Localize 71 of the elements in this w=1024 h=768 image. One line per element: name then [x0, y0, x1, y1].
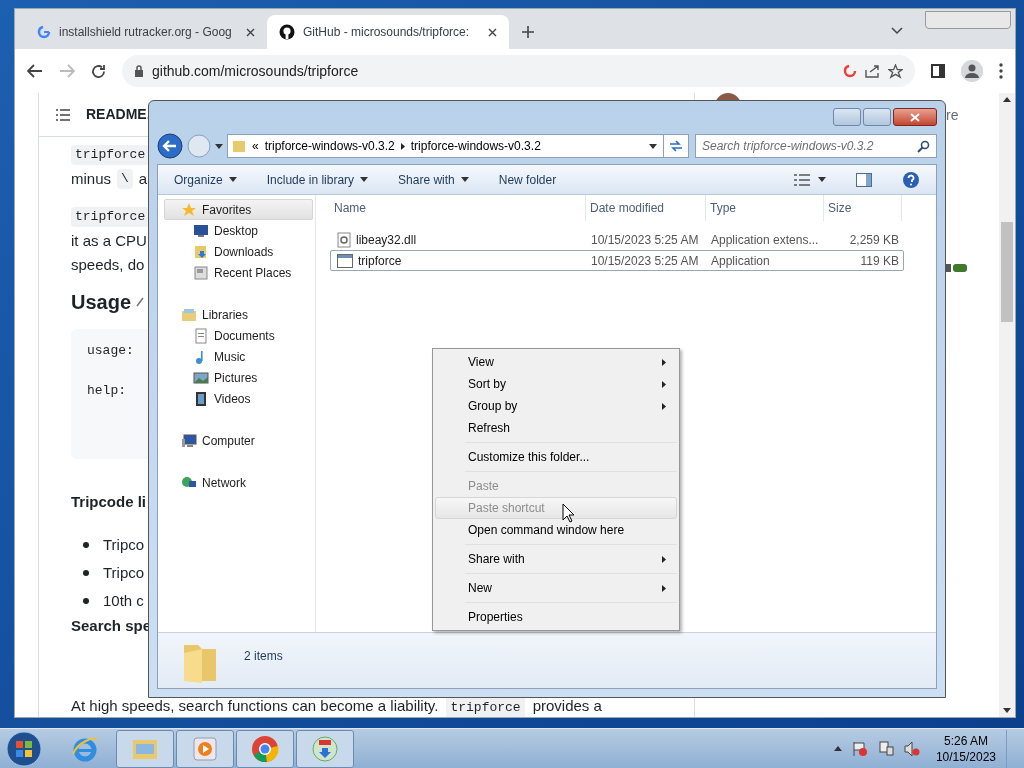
nav-item[interactable]: Recent Places: [164, 262, 313, 283]
toolbar-button[interactable]: Share with: [398, 170, 469, 189]
nav-item[interactable]: Pictures: [164, 367, 313, 388]
file-name: tripforce: [358, 252, 402, 270]
paragraph-text: At high speeds, search functions can become a liability.: [71, 695, 439, 716]
list-item-text: Tripco: [103, 534, 145, 555]
nav-item[interactable]: Music: [164, 346, 313, 367]
table-cell-text: 10/15/2023 5:25 AM: [590, 252, 700, 270]
code-text: help:: [87, 383, 126, 398]
nav-item[interactable]: Downloads: [164, 241, 313, 262]
toolbar-button[interactable]: New folder: [498, 170, 557, 189]
file-name: libeay32.dll: [356, 231, 417, 249]
menu-item[interactable]: Open command window here: [435, 519, 677, 541]
menu-item[interactable]: New: [435, 577, 677, 599]
overflow-chevron[interactable]: «: [252, 137, 259, 155]
table-cell-text: Application: [710, 252, 771, 270]
address-bar[interactable]: « tripforce-windows-v0.3.2 tripforce-windows-v0.3.2: [227, 134, 689, 158]
clock-time[interactable]: 5:26 AM: [943, 732, 988, 749]
table-cell-text: Application extens...: [710, 231, 820, 249]
code-text: usage:: [87, 343, 134, 358]
column-header[interactable]: Size: [824, 195, 902, 221]
menu-item[interactable]: View: [435, 351, 677, 373]
nav-item[interactable]: Network: [164, 472, 313, 493]
table-cell-text: 119 KB: [859, 252, 900, 270]
menu-item[interactable]: Sort by: [435, 373, 677, 395]
section-heading: Usage: [71, 290, 132, 315]
column-header[interactable]: Type: [706, 195, 824, 221]
nav-item[interactable]: Videos: [164, 388, 313, 409]
subheading: Tripcode li: [71, 492, 146, 512]
menu-item[interactable]: Properties: [435, 606, 677, 628]
table-cell-text: 10/15/2023 5:25 AM: [590, 231, 700, 249]
nav-item[interactable]: Favorites: [164, 199, 313, 220]
toolbar-button[interactable]: Organize: [174, 170, 237, 189]
browser-tab[interactable]: GitHub - microsounds/tripforce:: [267, 15, 509, 49]
sidebar-text: re: [946, 106, 959, 125]
paragraph-text: speeds, do: [71, 255, 145, 275]
browser-tab[interactable]: installshield rutracker.org - Goog: [25, 15, 267, 49]
url-text: github.com/microsounds/tripforce: [152, 61, 360, 81]
inline-code: tripforce: [71, 145, 150, 165]
table-cell-text: 2,259 KB: [848, 231, 900, 249]
readme-title: README.: [86, 105, 151, 124]
paragraph-text: provides a: [532, 695, 602, 716]
tab-title: installshield rutracker.org - Goog: [59, 24, 233, 41]
paragraph-text: minus: [71, 168, 111, 189]
paragraph-text: a: [138, 168, 148, 189]
list-item-text: Tripco: [103, 562, 145, 583]
column-header[interactable]: Name: [330, 195, 586, 221]
nav-item[interactable]: Documents: [164, 325, 313, 346]
file-row[interactable]: tripforce 10/15/2023 5:25 AM Application 119 KB: [330, 250, 904, 271]
menu-item[interactable]: Refresh: [435, 417, 677, 439]
inline-code: tripforce: [71, 207, 150, 227]
nav-item[interactable]: Computer: [164, 430, 313, 451]
inline-code: \: [117, 169, 133, 189]
file-row[interactable]: libeay32.dll 10/15/2023 5:25 AM Application extens... 2,259 KB: [330, 229, 904, 250]
inline-code: tripforce: [446, 697, 525, 717]
search-field[interactable]: Search tripforce-windows-v0.3.2: [695, 134, 937, 158]
nav-item[interactable]: Desktop: [164, 220, 313, 241]
toolbar-button[interactable]: Include in library: [266, 170, 369, 189]
nav-item[interactable]: Libraries: [164, 304, 313, 325]
address-bar[interactable]: github.com/microsounds/tripforce: [122, 55, 915, 87]
menu-item[interactable]: Share with: [435, 548, 677, 570]
item-count: 2 items: [244, 648, 283, 665]
clock-date[interactable]: 10/15/2023: [935, 748, 996, 765]
breadcrumb-item[interactable]: tripforce-windows-v0.3.2: [264, 137, 395, 155]
paragraph-text: it as a CPU: [71, 231, 147, 251]
tab-title: GitHub - microsounds/tripforce:: [303, 24, 471, 41]
column-header[interactable]: Date modified: [586, 195, 706, 221]
menu-item[interactable]: Group by: [435, 395, 677, 417]
list-item-text: 10th c: [103, 590, 144, 611]
menu-item[interactable]: Customize this folder...: [435, 446, 677, 468]
breadcrumb-item[interactable]: tripforce-windows-v0.3.2: [410, 137, 541, 155]
